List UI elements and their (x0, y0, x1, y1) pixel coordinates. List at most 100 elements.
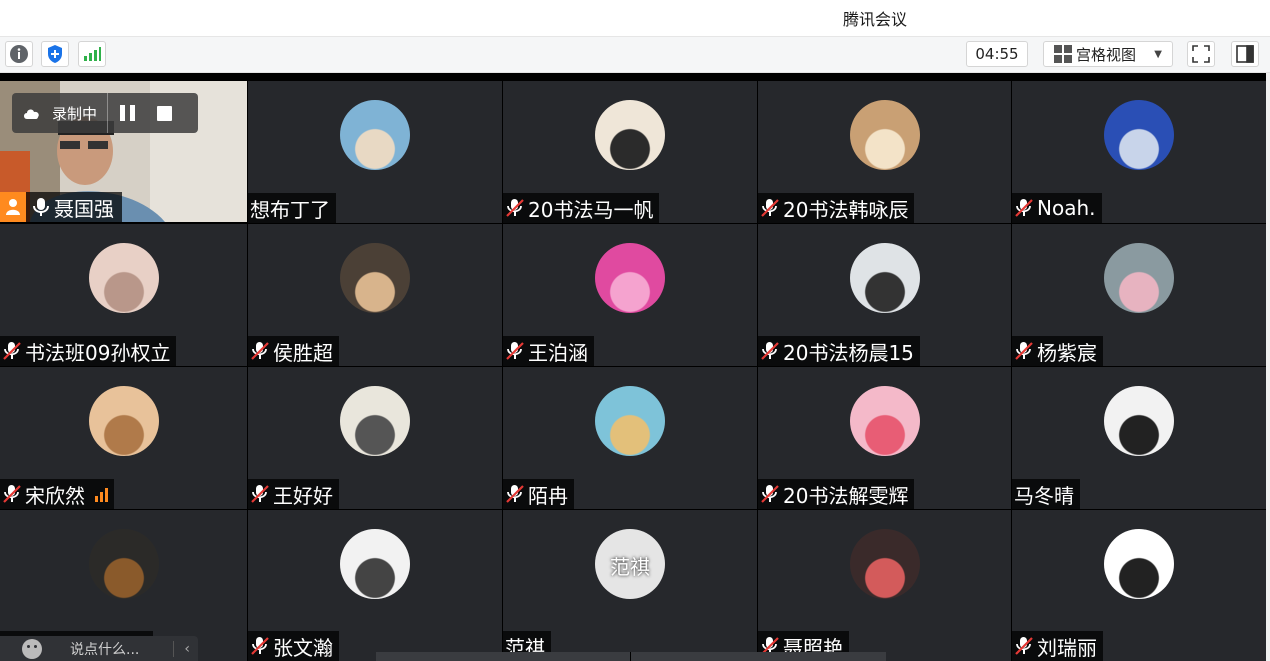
participant-avatar (1104, 386, 1174, 456)
mic-muted-icon (251, 342, 269, 360)
participant-tile[interactable]: 范祺 范祺 (503, 510, 757, 661)
security-button[interactable] (41, 41, 69, 67)
participant-tile[interactable]: 20书法马一帆 (503, 81, 757, 223)
host-name-bar: 聂国强 (0, 192, 122, 222)
participant-tile[interactable]: 聂照艳 (758, 510, 1011, 661)
participant-name-bar: 刘瑞丽 (1012, 631, 1103, 661)
participant-tile[interactable]: 刘瑞丽 (1012, 510, 1266, 661)
chevron-down-icon: ▼ (1154, 48, 1162, 60)
mic-muted-icon (251, 637, 269, 655)
participant-avatar (340, 529, 410, 599)
chevron-left-icon[interactable]: ‹ (173, 640, 190, 657)
sidebar-toggle-button[interactable] (1231, 41, 1259, 67)
view-mode-label: 宫格视图 (1076, 45, 1137, 64)
view-mode-dropdown[interactable]: 宫格视图 ▼ (1043, 41, 1173, 67)
chat-input-bar[interactable]: 说点什么... ‹ (0, 636, 198, 661)
pause-recording-button[interactable] (120, 105, 136, 121)
mic-muted-icon (1015, 637, 1033, 655)
info-icon (10, 45, 28, 63)
mic-muted-icon (761, 485, 779, 503)
chat-placeholder: 说点什么... (70, 641, 140, 658)
participant-avatar (89, 386, 159, 456)
participant-tile[interactable]: 书法班09孙权立 (0, 224, 247, 366)
mic-muted-icon (3, 485, 21, 503)
participant-tile[interactable]: 陌冉 (503, 367, 757, 509)
participant-name-bar: 20书法马一帆 (503, 193, 660, 223)
participant-name: 20书法马一帆 (528, 197, 654, 222)
participant-tile[interactable]: 宋欣然 (0, 367, 247, 509)
participant-name: 马冬晴 (1014, 483, 1074, 508)
participant-name: 张文瀚 (273, 635, 333, 660)
participant-avatar (595, 243, 665, 313)
recording-indicator: 录制中 (12, 93, 198, 133)
participant-avatar (850, 529, 920, 599)
participant-tile[interactable]: 王泊涵 (503, 224, 757, 366)
fullscreen-icon (1192, 45, 1210, 63)
title-bar: 腾讯会议 (0, 0, 1270, 37)
stop-recording-button[interactable] (157, 105, 173, 121)
network-status-button[interactable] (78, 41, 106, 67)
participant-name-bar: 想布丁了 (248, 193, 336, 223)
participant-tile[interactable]: 杨紫宸 (1012, 224, 1266, 366)
participant-avatar (595, 386, 665, 456)
scroll-edge (1266, 73, 1270, 661)
mic-muted-icon (1015, 342, 1033, 360)
info-button[interactable] (5, 41, 33, 67)
participant-name: 王好好 (273, 483, 333, 508)
participant-tile[interactable]: 张文瀚 (248, 510, 502, 661)
participant-name: 刘瑞丽 (1037, 635, 1097, 660)
participant-name: 宋欣然 (25, 483, 85, 508)
participant-tile[interactable]: 20书法韩咏辰 (758, 81, 1011, 223)
participant-tile[interactable]: 侯胜超 (248, 224, 502, 366)
participant-tile[interactable]: Noah. (1012, 81, 1266, 223)
participant-name: 想布丁了 (250, 197, 330, 222)
meeting-toolbar: 04:55 宫格视图 ▼ (0, 37, 1270, 73)
mic-muted-icon (1015, 199, 1033, 217)
participant-name-bar: 王好好 (248, 479, 339, 509)
participant-name-bar: 王泊涵 (503, 336, 594, 366)
participant-avatar (1104, 529, 1174, 599)
participant-avatar (340, 386, 410, 456)
participant-name-bar: 宋欣然 (0, 479, 114, 509)
participant-avatar (1104, 100, 1174, 170)
participant-name: 20书法解雯辉 (783, 483, 909, 508)
cloud-icon (24, 109, 39, 119)
mic-muted-icon (251, 485, 269, 503)
emoji-icon[interactable] (22, 638, 42, 659)
participant-name: Noah. (1037, 196, 1096, 220)
fullscreen-button[interactable] (1187, 41, 1215, 67)
window-title: 腾讯会议 (842, 10, 907, 29)
participant-avatar (340, 243, 410, 313)
participant-name-bar: 20书法杨晨15 (758, 336, 920, 366)
participant-avatar (850, 100, 920, 170)
participant-name: 20书法韩咏辰 (783, 197, 909, 222)
participant-name: 杨紫宸 (1037, 340, 1097, 365)
participant-tile[interactable]: 20书法杨晨15 (758, 224, 1011, 366)
meeting-timer: 04:55 (966, 41, 1028, 67)
host-badge-icon (0, 192, 26, 222)
participant-name-bar: 20书法韩咏辰 (758, 193, 915, 223)
mic-muted-icon (761, 199, 779, 217)
participant-tile[interactable]: 马冬晴 (1012, 367, 1266, 509)
host-video-tile[interactable]: 录制中 聂国强 (0, 81, 247, 222)
microphone-icon (33, 198, 49, 216)
participant-name: 书法班09孙权立 (25, 340, 171, 365)
participant-tile[interactable]: 想布丁了 (248, 81, 502, 223)
mic-muted-icon (506, 485, 524, 503)
participant-name: 20书法杨晨15 (783, 340, 914, 365)
participant-name: 王泊涵 (528, 340, 588, 365)
recording-label: 录制中 (52, 104, 98, 123)
participant-name-bar: 书法班09孙权立 (0, 336, 177, 366)
participant-name-bar: 杨紫宸 (1012, 336, 1103, 366)
participant-avatar (1104, 243, 1174, 313)
avatar-text: 范祺 (610, 555, 650, 579)
participant-name-bar: 马冬晴 (1012, 479, 1080, 509)
participant-tile[interactable]: 20书法解雯辉 (758, 367, 1011, 509)
participant-name-bar: Noah. (1012, 193, 1102, 223)
participant-name: 侯胜超 (273, 340, 333, 365)
participant-avatar: 范祺 (595, 529, 665, 599)
participant-avatar (89, 529, 159, 599)
participant-tile[interactable]: 王好好 (248, 367, 502, 509)
participant-avatar (595, 100, 665, 170)
participant-name-bar: 20书法解雯辉 (758, 479, 915, 509)
